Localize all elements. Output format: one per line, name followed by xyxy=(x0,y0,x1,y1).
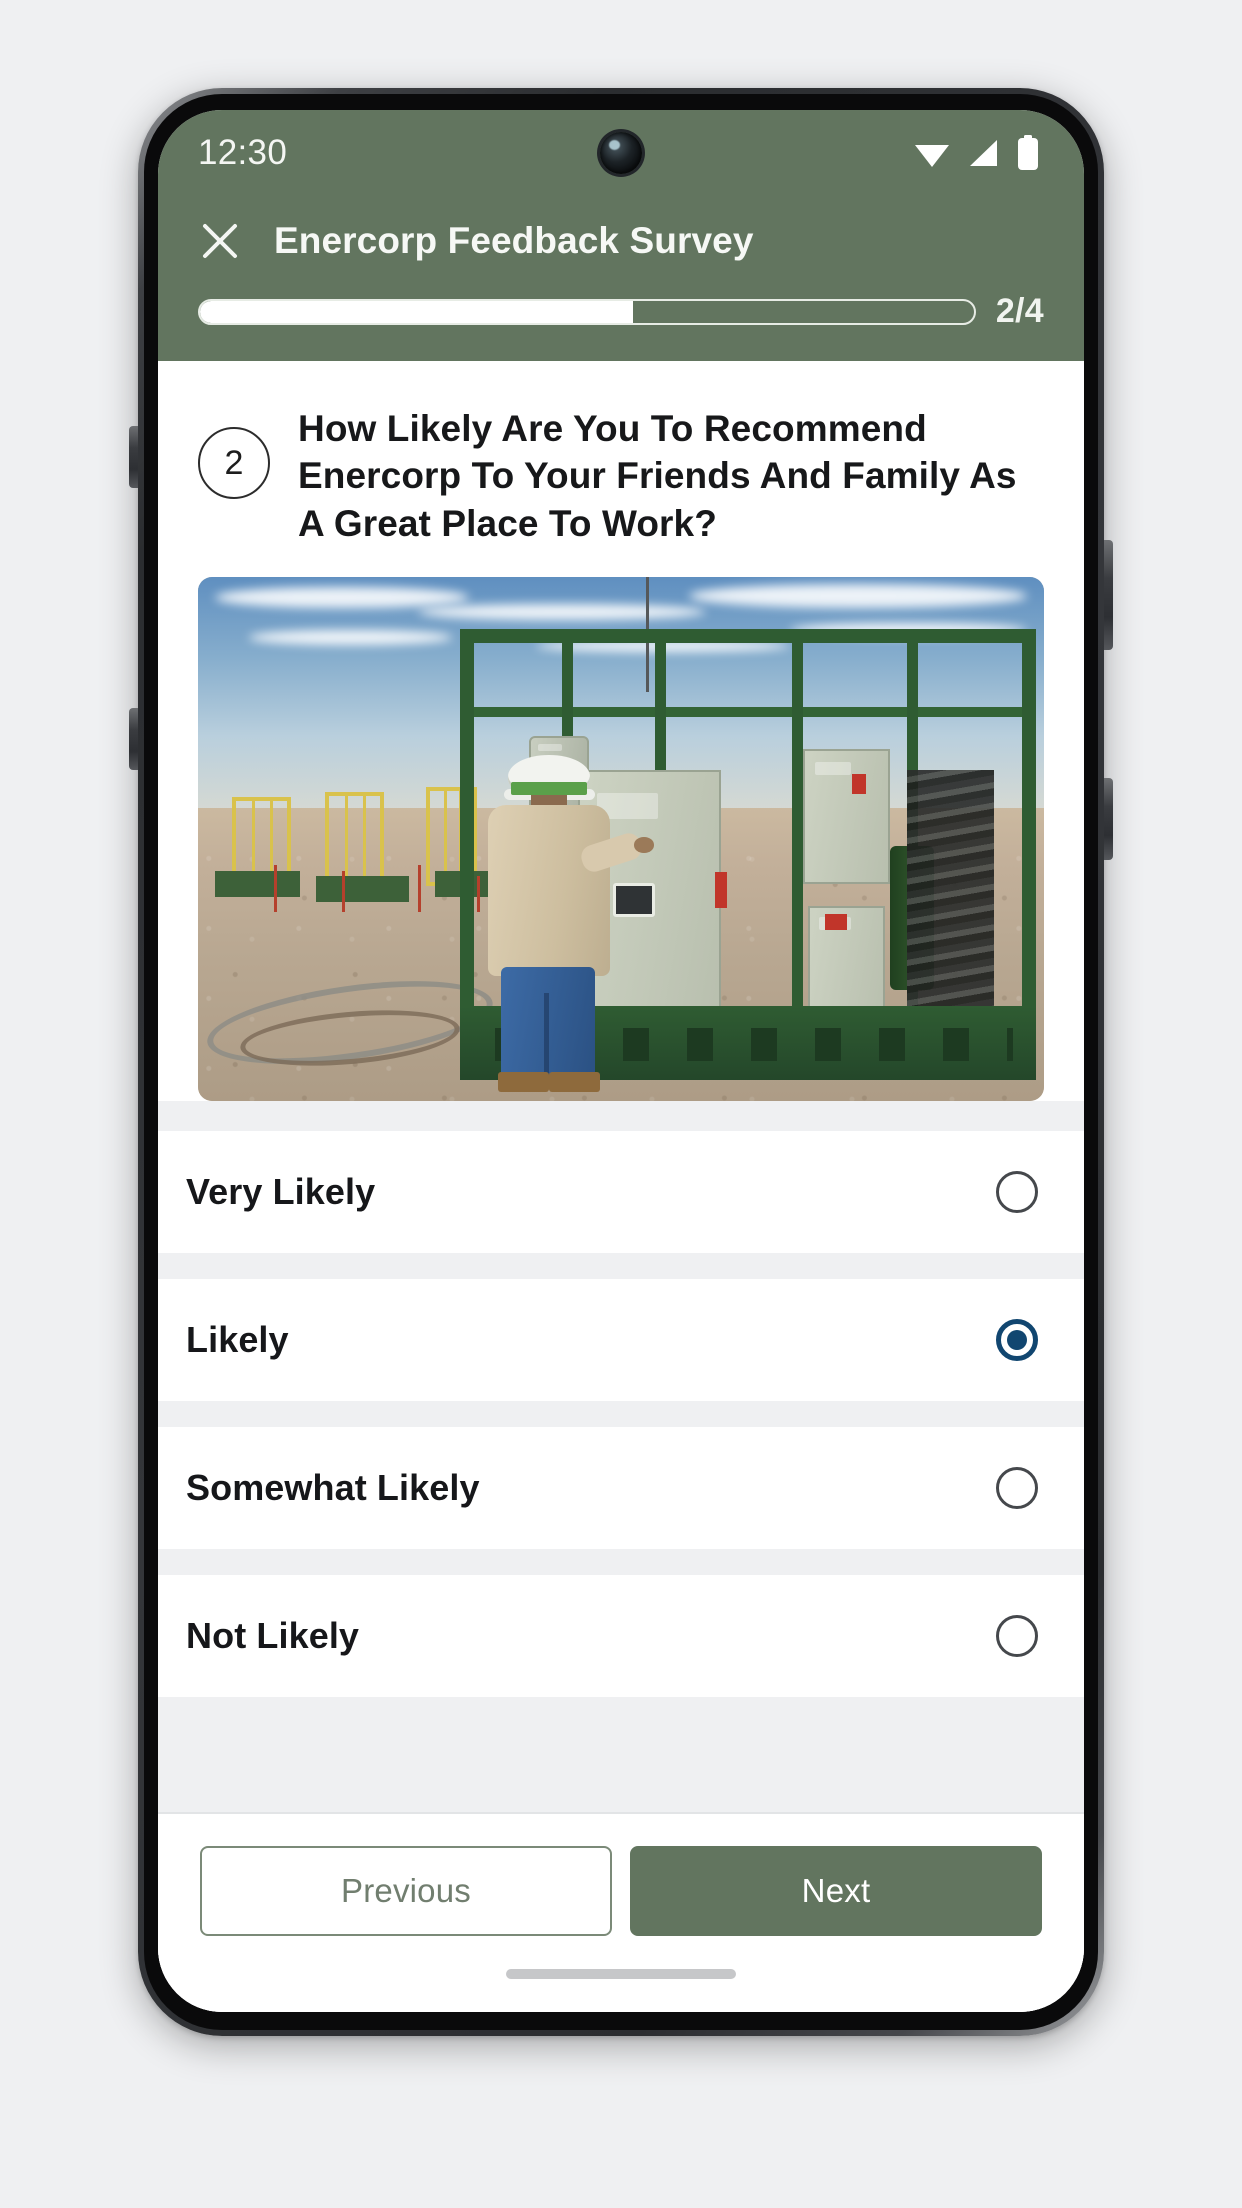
status-clock: 12:30 xyxy=(198,133,288,172)
image-worker xyxy=(486,755,654,1092)
app-bar: Enercorp Feedback Survey 2/4 xyxy=(158,196,1084,361)
app-bar-title: Enercorp Feedback Survey xyxy=(274,220,754,261)
option-separator xyxy=(158,1401,1084,1428)
progress-bar-fill xyxy=(200,300,634,323)
answer-option-likely[interactable]: Likely xyxy=(158,1279,1084,1402)
answer-option-very-likely[interactable]: Very Likely xyxy=(158,1131,1084,1254)
radio-button-very-likely[interactable] xyxy=(996,1171,1038,1214)
question-number-badge: 2 xyxy=(198,427,270,499)
image-cable-bundle xyxy=(906,770,995,1033)
question-text: How Likely Are You To Recommend Enercorp… xyxy=(298,408,1017,544)
home-gesture-indicator[interactable] xyxy=(506,1969,736,1979)
phone-device-frame: 12:30 Enercorp Feedback Survey 2/4 2 How… xyxy=(129,88,1113,2036)
answer-options-list: Very Likely Likely Somewhat Likely Not L… xyxy=(158,1131,1084,1698)
image-panel-box xyxy=(802,749,891,885)
volume-down-button[interactable] xyxy=(129,708,138,770)
answer-option-not-likely[interactable]: Not Likely xyxy=(158,1575,1084,1698)
home-indicator-area xyxy=(158,1936,1084,2012)
assistant-button[interactable] xyxy=(1104,778,1113,860)
option-label: Somewhat Likely xyxy=(186,1467,480,1509)
power-button[interactable] xyxy=(1104,540,1113,650)
phone-bezel: 12:30 Enercorp Feedback Survey 2/4 2 How… xyxy=(144,94,1098,2030)
battery-icon xyxy=(1018,135,1038,170)
close-icon[interactable] xyxy=(198,219,242,263)
next-button[interactable]: Next xyxy=(630,1846,1042,1936)
option-separator xyxy=(158,1253,1084,1280)
cellular-signal-icon xyxy=(970,140,997,166)
status-icon-group xyxy=(912,135,1040,171)
radio-button-likely[interactable] xyxy=(996,1319,1038,1362)
volume-up-button[interactable] xyxy=(129,426,138,488)
progress-row: 2/4 xyxy=(198,278,1044,361)
image-gauge xyxy=(613,883,656,918)
radio-button-not-likely[interactable] xyxy=(996,1615,1038,1658)
answer-option-somewhat-likely[interactable]: Somewhat Likely xyxy=(158,1427,1084,1550)
wifi-icon xyxy=(915,145,949,167)
progress-step-label: 2/4 xyxy=(995,292,1044,330)
image-background-derrick xyxy=(324,791,385,887)
app-bar-row: Enercorp Feedback Survey xyxy=(198,204,1044,278)
option-label: Very Likely xyxy=(186,1171,376,1213)
content-gap xyxy=(158,1101,1084,1132)
previous-button[interactable]: Previous xyxy=(200,1846,612,1936)
question-media-wrap xyxy=(158,577,1084,1102)
radio-button-somewhat-likely[interactable] xyxy=(996,1467,1038,1510)
option-label: Likely xyxy=(186,1319,289,1361)
image-worker-shirt xyxy=(488,804,654,977)
option-separator xyxy=(158,1549,1084,1576)
content-bottom-filler xyxy=(158,1697,1084,1812)
progress-bar xyxy=(198,298,976,325)
image-worker-jeans xyxy=(500,966,595,1079)
front-camera-punch-hole-icon xyxy=(600,132,642,174)
navigation-footer: Previous Next xyxy=(158,1812,1084,1936)
survey-content: 2 How Likely Are You To Recommend Enerco… xyxy=(158,361,1084,2012)
status-bar: 12:30 xyxy=(158,110,1084,196)
wallpaper-backdrop: 12:30 Enercorp Feedback Survey 2/4 2 How… xyxy=(0,0,1242,2208)
option-label: Not Likely xyxy=(186,1615,360,1657)
question-block: 2 How Likely Are You To Recommend Enerco… xyxy=(158,361,1084,578)
phone-screen: 12:30 Enercorp Feedback Survey 2/4 2 How… xyxy=(158,110,1084,2012)
question-image xyxy=(198,577,1044,1102)
